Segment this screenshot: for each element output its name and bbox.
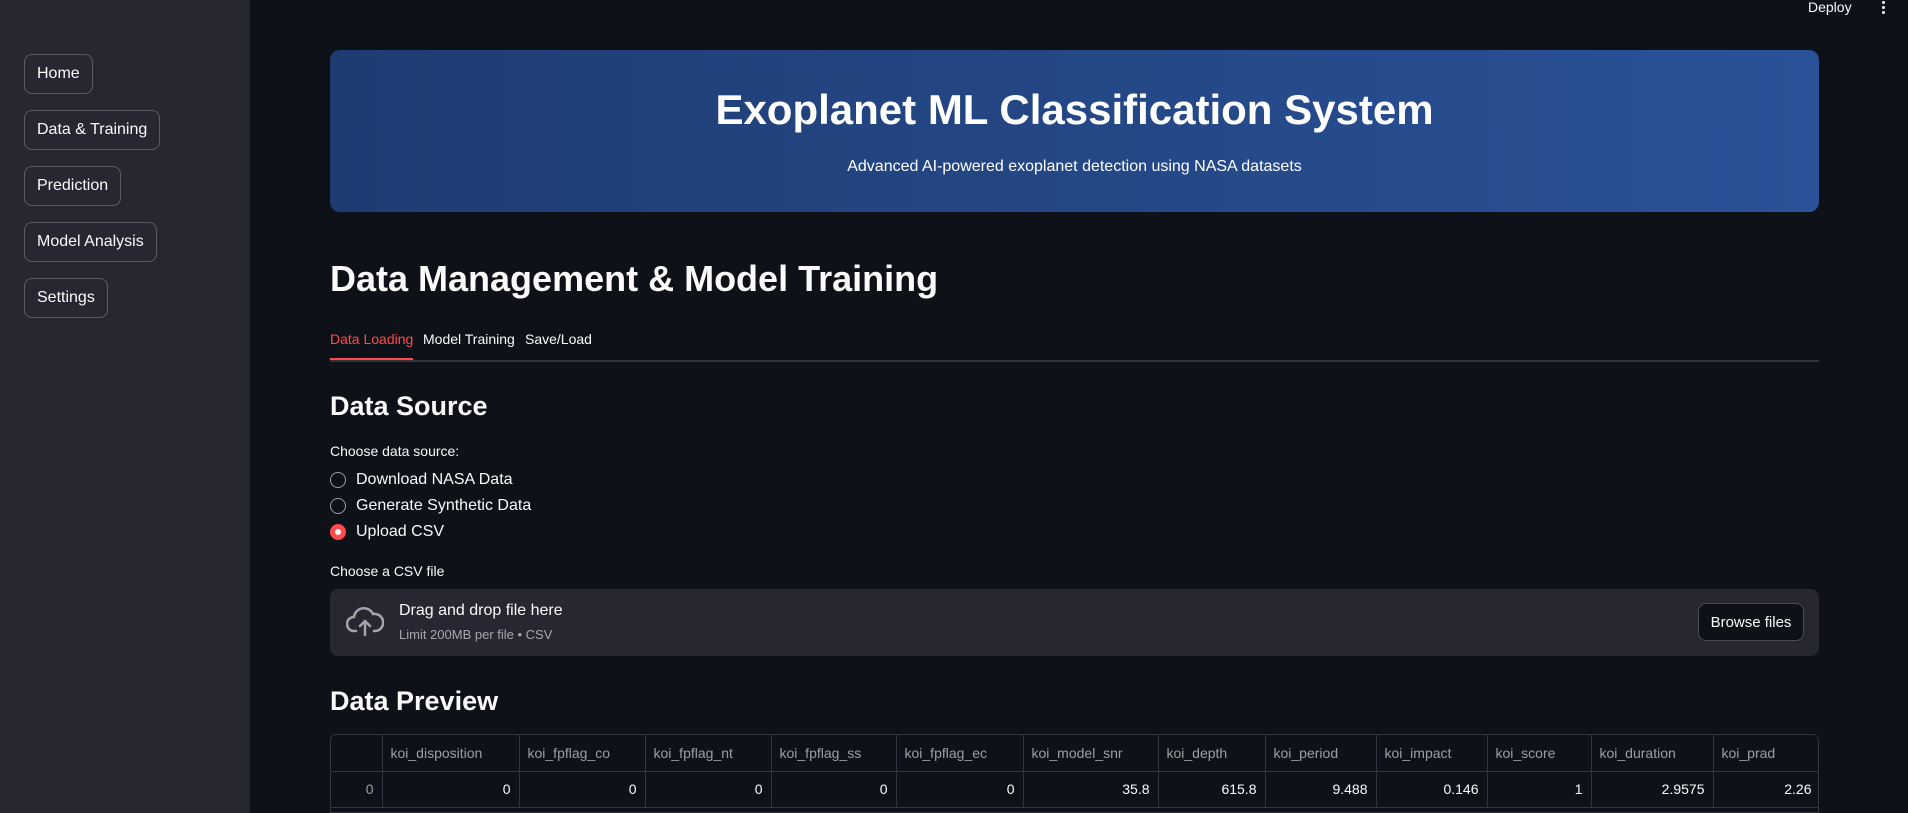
vertical-ellipsis-icon[interactable] (1876, 0, 1890, 14)
page-title: Data Management & Model Training (330, 258, 939, 299)
table-cell[interactable]: 0 (771, 771, 897, 808)
table-cell[interactable]: 2.9575 (1591, 771, 1714, 808)
tab-bar: Data Loading Model Training Save/Load (330, 328, 1819, 362)
hero-subtitle: Advanced AI-powered exoplanet detection … (847, 158, 1302, 175)
column-header[interactable]: koi_fpflag_co (519, 735, 646, 772)
nav-button-data-training[interactable]: Data & Training (24, 110, 161, 150)
row-index-cell[interactable]: 0 (331, 771, 383, 808)
data-source-prompt: Choose data source: (330, 443, 460, 459)
table-cell[interactable]: 0 (896, 771, 1024, 808)
radio-indicator[interactable] (330, 498, 346, 514)
column-header[interactable]: koi_prad (1713, 735, 1818, 772)
tab-data-loading[interactable]: Data Loading (330, 331, 414, 360)
radio-label: Download NASA Data (356, 471, 513, 488)
table-cell[interactable]: 1 (1487, 771, 1592, 808)
cloud-upload-icon (346, 607, 384, 637)
file-dropzone[interactable]: Drag and drop file here Limit 200MB per … (330, 589, 1819, 656)
table-cell[interactable]: 0 (382, 771, 520, 808)
tab-save-load[interactable]: Save/Load (525, 331, 592, 360)
column-header[interactable]: koi_depth (1158, 735, 1266, 772)
dropzone-limit: Limit 200MB per file • CSV (399, 627, 553, 642)
uploader-label: Choose a CSV file (330, 563, 445, 579)
nav-button-settings[interactable]: Settings (24, 278, 108, 318)
column-header[interactable]: koi_model_snr (1023, 735, 1159, 772)
radio-generate-synthetic[interactable]: Generate Synthetic Data (330, 495, 531, 517)
column-header[interactable]: koi_disposition (382, 735, 520, 772)
data-preview-table[interactable]: koi_disposition koi_fpflag_co koi_fpflag… (330, 734, 1819, 813)
radio-indicator[interactable] (330, 472, 346, 488)
column-header[interactable]: koi_impact (1376, 735, 1488, 772)
sidebar: Home Data & Training Prediction Model An… (0, 0, 250, 813)
nav-button-model-analysis[interactable]: Model Analysis (24, 222, 157, 262)
nav-label: Data & Training (37, 121, 148, 138)
hero-banner: Exoplanet ML Classification System Advan… (330, 50, 1819, 212)
column-header[interactable]: koi_duration (1591, 735, 1714, 772)
table-cell[interactable]: 35.8 (1023, 771, 1159, 808)
column-header[interactable]: koi_fpflag_ss (771, 735, 897, 772)
radio-upload-csv[interactable]: Upload CSV (330, 521, 444, 543)
table-row: 0 0 0 0 0 0 35.8 615.8 9.488 0.146 1 2.9… (331, 771, 1818, 808)
radio-label: Upload CSV (356, 523, 445, 540)
radio-label: Generate Synthetic Data (356, 497, 532, 514)
deploy-button[interactable]: Deploy (1808, 0, 1852, 14)
table-cell[interactable]: 0.146 (1376, 771, 1488, 808)
tab-model-training[interactable]: Model Training (423, 331, 515, 360)
radio-indicator-selected[interactable] (330, 524, 346, 540)
data-source-heading: Data Source (330, 391, 488, 421)
column-header[interactable]: koi_period (1265, 735, 1377, 772)
hero-title: Exoplanet ML Classification System (715, 86, 1434, 133)
table-cell[interactable]: 0 (645, 771, 772, 808)
data-preview-heading: Data Preview (330, 686, 499, 716)
nav-button-home[interactable]: Home (24, 54, 93, 94)
nav-label: Model Analysis (37, 233, 144, 250)
nav-button-prediction[interactable]: Prediction (24, 166, 122, 206)
column-header[interactable]: koi_score (1487, 735, 1592, 772)
column-header[interactable]: koi_fpflag_ec (896, 735, 1024, 772)
nav-label: Home (37, 65, 80, 82)
column-header[interactable] (331, 735, 383, 772)
dropzone-instruction: Drag and drop file here (399, 602, 563, 619)
table-cell[interactable]: 615.8 (1158, 771, 1266, 808)
column-header[interactable]: koi_fpflag_nt (645, 735, 772, 772)
browse-files-button[interactable]: Browse files (1698, 603, 1804, 641)
nav-label: Prediction (37, 177, 109, 194)
table-cell[interactable]: 2.26 (1713, 771, 1818, 808)
table-header-row: koi_disposition koi_fpflag_co koi_fpflag… (331, 735, 1818, 772)
table-cell[interactable]: 0 (519, 771, 646, 808)
nav-label: Settings (37, 289, 95, 306)
table-cell[interactable]: 9.488 (1265, 771, 1377, 808)
radio-download-nasa[interactable]: Download NASA Data (330, 469, 513, 491)
